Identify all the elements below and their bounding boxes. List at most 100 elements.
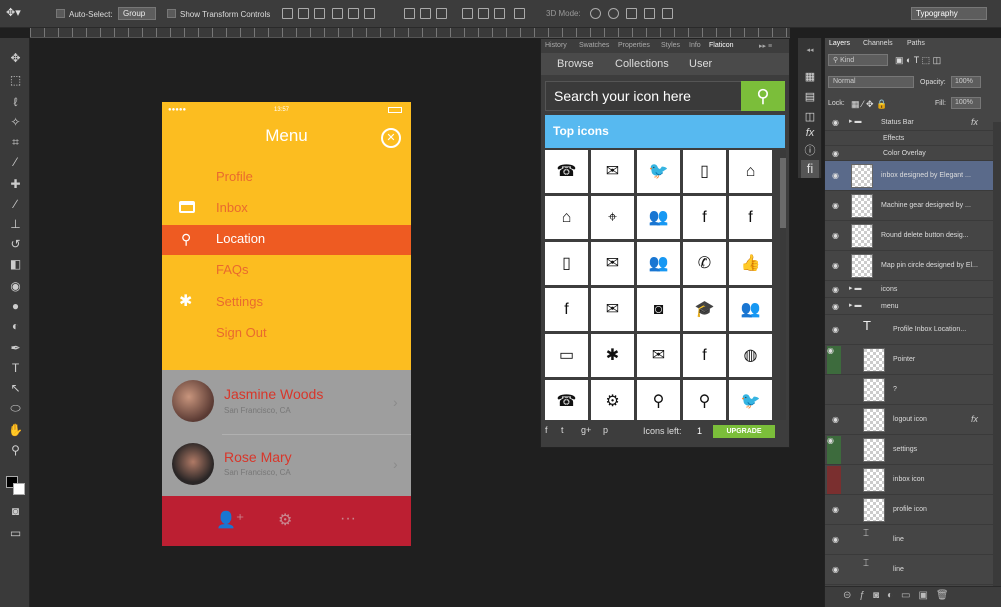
layer-row[interactable]: ◉ ▸ ▬ menu — [825, 298, 993, 315]
distribute-left-icon[interactable] — [462, 8, 473, 19]
add-user-icon[interactable]: 👤⁺ — [216, 510, 244, 530]
visibility-eye-icon[interactable]: ◉ — [832, 325, 839, 334]
drag-3d-icon[interactable] — [626, 8, 637, 19]
flaticon-grid-icon[interactable]: ▯ — [683, 150, 726, 193]
layer-row[interactable]: ◉ ▸ ▬ icons — [825, 281, 993, 298]
flaticon-grid-icon[interactable]: ✉ — [637, 334, 680, 377]
lock-icons[interactable]: ▦ ⁄ ✥ 🔒 — [851, 99, 887, 110]
visibility-eye-icon[interactable]: ◉ — [832, 261, 839, 270]
twitter-icon[interactable]: t — [561, 425, 564, 435]
panel-collapse-icon[interactable]: ▸▸ ≡ — [759, 42, 772, 50]
layer-row[interactable]: ◉ logout icon fx — [825, 405, 993, 435]
flaticon-grid-icon[interactable]: 👥 — [729, 288, 772, 331]
folder-icon[interactable]: ▸ ▬ — [849, 284, 861, 292]
visibility-eye-icon[interactable]: ◉ — [832, 415, 839, 424]
visibility-eye-icon[interactable]: ◉ — [827, 346, 841, 374]
flaticon-grid-icon[interactable]: ⌂ — [729, 150, 772, 193]
eyedropper-tool-icon[interactable]: ⁄ — [7, 154, 24, 171]
tab-styles[interactable]: Styles — [661, 42, 680, 49]
align-bottom-icon[interactable] — [314, 8, 325, 19]
flaticon-grid-icon[interactable]: 👥 — [637, 196, 680, 239]
menu-item-location[interactable]: Location — [216, 231, 265, 246]
history-brush-tool-icon[interactable]: ↺ — [7, 236, 24, 253]
marquee-tool-icon[interactable]: ⬚ — [7, 72, 24, 89]
healing-brush-tool-icon[interactable]: ✚ — [7, 176, 24, 193]
visibility-eye-icon[interactable]: ◉ — [832, 565, 839, 574]
more-icon[interactable]: ··· — [340, 510, 356, 528]
visibility-eye-icon[interactable]: ◉ — [827, 436, 841, 464]
menu-item-settings[interactable]: Settings — [216, 294, 263, 309]
layers-footer-icons[interactable]: ⊝ƒ◙◐▭▣🗑 — [825, 586, 1001, 607]
flaticon-grid-icon[interactable]: ◙ — [637, 288, 680, 331]
brush-tool-icon[interactable]: ∕ — [7, 196, 24, 213]
orbit-3d-icon[interactable] — [590, 8, 601, 19]
layer-filter-dropdown[interactable]: ⚲ Kind — [828, 54, 888, 66]
visibility-eye-icon[interactable]: ◉ — [832, 149, 839, 158]
menu-item-profile[interactable]: Profile — [216, 169, 253, 184]
layer-row[interactable]: ◉ Map pin circle designed by El... — [825, 251, 993, 281]
flaticon-grid-icon[interactable]: ⚲ — [637, 380, 680, 420]
flaticon-panel-icon[interactable]: fi — [801, 160, 819, 178]
flaticon-grid-icon[interactable]: 👍 — [729, 242, 772, 285]
menu-item-inbox[interactable]: Inbox — [216, 200, 248, 215]
visibility-eye-icon[interactable]: ◉ — [832, 201, 839, 210]
magic-wand-tool-icon[interactable]: ✧ — [7, 114, 24, 131]
flaticon-grid-icon[interactable]: f — [729, 196, 772, 239]
info-panel-icon[interactable]: ⓘ — [801, 142, 819, 160]
nav-user[interactable]: User — [689, 58, 712, 70]
nav-browse[interactable]: Browse — [557, 58, 594, 70]
layers-scrollbar[interactable] — [993, 122, 1001, 586]
auto-select-checkbox[interactable]: Auto-Select: — [56, 9, 113, 19]
type-tool-icon[interactable]: T — [7, 360, 24, 377]
clone-stamp-tool-icon[interactable]: ⊥ — [7, 216, 24, 233]
visibility-eye-icon[interactable]: ◉ — [832, 285, 839, 294]
layer-row[interactable]: ◉ inbox designed by Elegant ... — [825, 161, 993, 191]
close-icon[interactable]: ✕ — [381, 128, 401, 148]
chevron-right-icon[interactable]: › — [393, 394, 398, 410]
flaticon-grid-icon[interactable]: ✉ — [591, 242, 634, 285]
layer-row[interactable]: Effects — [825, 131, 993, 146]
pinterest-icon[interactable]: p — [603, 425, 608, 435]
screen-mode-icon[interactable]: ▭ — [7, 525, 24, 542]
flaticon-grid-icon[interactable]: f — [683, 196, 726, 239]
tab-flaticon[interactable]: Flaticon — [709, 42, 734, 49]
folder-icon[interactable]: ▸ ▬ — [849, 301, 861, 309]
align-top-icon[interactable] — [282, 8, 293, 19]
visibility-eye-icon[interactable]: ◉ — [832, 231, 839, 240]
icon-search-input[interactable]: Search your icon here — [545, 81, 745, 111]
fill-field[interactable]: 100% — [951, 97, 981, 109]
filter-type-icons[interactable]: ▣ ◐ T ⬚ ◫ — [895, 55, 941, 66]
paint-bucket-tool-icon[interactable]: ◉ — [7, 278, 24, 295]
blur-tool-icon[interactable]: ● — [7, 298, 24, 315]
flaticon-grid-icon[interactable]: ✉ — [591, 288, 634, 331]
align-right-icon[interactable] — [364, 8, 375, 19]
flaticon-grid-icon[interactable]: ☎ — [545, 380, 588, 420]
flaticon-grid-icon[interactable]: ☎ — [545, 150, 588, 193]
upgrade-button[interactable]: UPGRADE — [713, 425, 775, 438]
lasso-tool-icon[interactable]: ℓ — [7, 94, 24, 111]
tab-channels[interactable]: Channels — [863, 40, 893, 47]
layer-row[interactable]: ◉ Round delete button desig... — [825, 221, 993, 251]
layer-row[interactable]: ◉ T Profile Inbox Location... — [825, 315, 993, 345]
ellipse-tool-icon[interactable]: ⬭ — [7, 400, 24, 417]
flaticon-grid-icon[interactable]: ▭ — [545, 334, 588, 377]
scale-3d-icon[interactable] — [662, 8, 673, 19]
layer-row[interactable]: ◉ Machine gear designed by ... — [825, 191, 993, 221]
layer-row[interactable]: ◉ settings — [825, 435, 993, 465]
distribute-middle-icon[interactable] — [420, 8, 431, 19]
flaticon-grid-icon[interactable]: ⚲ — [683, 380, 726, 420]
hand-tool-icon[interactable]: ✋ — [7, 422, 24, 439]
flaticon-grid-icon[interactable]: ⚙ — [591, 380, 634, 420]
blend-mode-dropdown[interactable]: Normal — [828, 76, 914, 88]
layer-row[interactable]: inbox icon — [825, 465, 993, 495]
pen-tool-icon[interactable]: ✒ — [7, 340, 24, 357]
flaticon-grid-icon[interactable]: f — [545, 288, 588, 331]
auto-select-dropdown[interactable]: Group — [118, 7, 156, 20]
tab-history[interactable]: History — [545, 42, 567, 49]
roll-3d-icon[interactable] — [608, 8, 619, 19]
distribute-center-icon[interactable] — [478, 8, 489, 19]
zoom-tool-icon[interactable]: ⚲ — [7, 442, 24, 459]
flaticon-grid-icon[interactable]: 🐦 — [729, 380, 772, 420]
layer-row[interactable]: ◉ ⌶ line — [825, 525, 993, 555]
layer-effects-icon[interactable]: fx — [971, 117, 978, 127]
